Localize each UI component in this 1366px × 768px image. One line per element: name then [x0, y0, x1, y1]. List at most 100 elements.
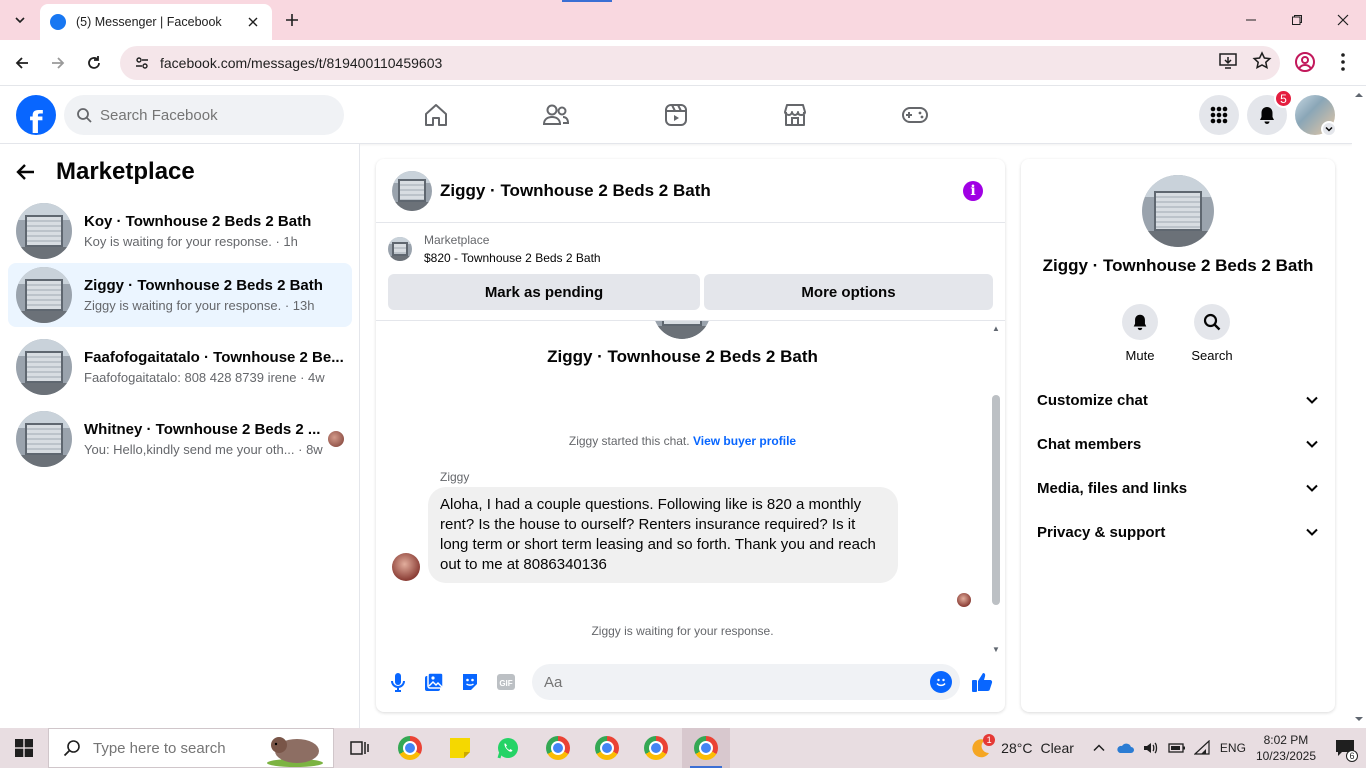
tab-close-button[interactable] — [244, 13, 262, 31]
nav-home[interactable] — [380, 86, 492, 144]
attach-photo-button[interactable] — [423, 671, 445, 693]
notification-center-button[interactable]: 6 — [1330, 728, 1360, 768]
chevron-down-icon — [1306, 528, 1318, 536]
message-input-wrapper[interactable] — [532, 664, 960, 700]
menu-button[interactable] — [1199, 95, 1239, 135]
taskbar-chrome-2[interactable] — [534, 728, 582, 768]
mark-as-pending-button[interactable]: Mark as pending — [388, 274, 700, 310]
facebook-search-input[interactable] — [100, 106, 320, 124]
nav-friends[interactable] — [500, 86, 612, 144]
windows-taskbar: 1 28°C Clear ENG 8:02 PM 10/23/2025 6 — [0, 728, 1366, 768]
kebab-menu-icon[interactable] — [1332, 51, 1354, 73]
weather-widget-icon[interactable]: 1 — [967, 728, 996, 768]
sender-avatar[interactable] — [392, 553, 420, 581]
browser-menu-area — [1294, 51, 1354, 73]
conversation-item[interactable]: Faafofogaitatalo · Townhouse 2 Be... Faa… — [8, 335, 352, 399]
facebook-search[interactable] — [64, 95, 344, 135]
sticker-button[interactable] — [459, 671, 481, 693]
task-view-button[interactable] — [336, 728, 384, 768]
clock[interactable]: 8:02 PM 10/23/2025 — [1256, 732, 1316, 764]
chat-title[interactable]: Ziggy · Townhouse 2 Beds 2 Bath — [440, 181, 711, 201]
info-icon[interactable]: i — [963, 181, 983, 201]
scroll-thumb[interactable] — [992, 395, 1000, 605]
tab-search-button[interactable] — [8, 8, 32, 32]
taskbar-sticky-notes[interactable] — [436, 728, 484, 768]
new-tab-button[interactable] — [282, 10, 302, 30]
taskbar-chrome-active[interactable] — [682, 728, 730, 768]
scroll-up-icon[interactable]: ▲ — [991, 324, 1001, 333]
input-language[interactable]: ENG — [1220, 741, 1246, 755]
reload-icon — [88, 56, 100, 69]
weather-desc[interactable]: Clear — [1040, 740, 1073, 756]
facebook-logo[interactable]: f — [16, 95, 56, 135]
arrow-left-icon[interactable] — [16, 162, 36, 182]
like-button[interactable] — [971, 671, 993, 693]
read-receipt-avatar — [957, 593, 971, 607]
profile-icon[interactable] — [1294, 51, 1316, 73]
scroll-down-icon[interactable] — [1352, 714, 1366, 724]
chat-members-section[interactable]: Chat members — [1029, 422, 1327, 466]
message-bubble[interactable]: Aloha, I had a couple questions. Followi… — [428, 487, 898, 583]
wifi-icon[interactable] — [1193, 740, 1212, 756]
system-tray: 1 28°C Clear ENG 8:02 PM 10/23/2025 6 — [967, 728, 1366, 768]
restore-button[interactable] — [1274, 0, 1320, 40]
mute-button[interactable]: Mute — [1110, 304, 1170, 363]
chat-avatar[interactable] — [392, 170, 432, 211]
search-in-chat-button[interactable]: Search — [1182, 304, 1242, 363]
emoji-button[interactable] — [930, 671, 952, 693]
chat-scrollbar[interactable]: ▲ ▼ — [991, 321, 1001, 654]
message-input[interactable] — [544, 673, 904, 691]
chat-header: Ziggy · Townhouse 2 Beds 2 Bath i — [376, 159, 1005, 223]
nav-marketplace[interactable] — [739, 86, 851, 144]
taskbar-search[interactable] — [48, 728, 334, 768]
gif-button[interactable]: GIF — [495, 671, 517, 693]
star-bookmark-icon[interactable] — [1252, 51, 1272, 71]
site-settings-icon[interactable] — [134, 55, 150, 71]
forward-button[interactable] — [46, 51, 70, 75]
voice-clip-button[interactable] — [387, 671, 409, 693]
close-window-button[interactable] — [1320, 0, 1366, 40]
details-avatar[interactable] — [1142, 175, 1214, 247]
reload-button[interactable] — [82, 51, 106, 75]
facebook-logo-letter: f — [29, 106, 43, 135]
volume-icon[interactable] — [1142, 740, 1160, 756]
listing-labels: Marketplace $820 - Townhouse 2 Beds 2 Ba… — [424, 233, 601, 265]
address-bar-actions — [1218, 51, 1272, 71]
scroll-down-icon[interactable]: ▼ — [991, 645, 1001, 654]
taskbar-whatsapp[interactable] — [484, 728, 532, 768]
conversation-item-active[interactable]: Ziggy · Townhouse 2 Beds 2 Bath Ziggy is… — [8, 263, 352, 327]
minimize-button[interactable] — [1228, 0, 1274, 40]
account-avatar[interactable] — [1295, 95, 1337, 137]
chevron-up-icon[interactable] — [1092, 741, 1106, 755]
customize-chat-section[interactable]: Customize chat — [1029, 378, 1327, 422]
page-scrollbar[interactable] — [1352, 86, 1366, 728]
more-options-button[interactable]: More options — [704, 274, 993, 310]
listing-thumbnail — [653, 321, 711, 339]
taskbar-chrome-1[interactable] — [386, 728, 434, 768]
listing-thumbnail — [388, 237, 412, 261]
back-button[interactable] — [10, 51, 34, 75]
onedrive-icon[interactable] — [1116, 740, 1134, 756]
nav-gaming[interactable] — [859, 86, 971, 144]
media-files-links-section[interactable]: Media, files and links — [1029, 466, 1327, 510]
weather-temp[interactable]: 28°C — [1001, 740, 1032, 756]
taskbar-chrome-3[interactable] — [583, 728, 631, 768]
browser-tab[interactable]: (5) Messenger | Facebook — [40, 4, 272, 40]
address-bar[interactable]: facebook.com/messages/t/819400110459603 — [120, 46, 1280, 80]
conversation-item[interactable]: Koy · Townhouse 2 Beds 2 Bath Koy is wai… — [8, 199, 352, 263]
battery-icon[interactable] — [1168, 740, 1186, 756]
listing-row[interactable]: Marketplace $820 - Townhouse 2 Beds 2 Ba… — [388, 233, 601, 265]
conversation-title: Ziggy · Townhouse 2 Beds 2 Bath — [547, 347, 818, 366]
taskbar-chrome-4[interactable] — [632, 728, 680, 768]
start-button[interactable] — [0, 728, 48, 768]
nav-watch[interactable] — [620, 86, 732, 144]
conversation-item[interactable]: Whitney · Townhouse 2 Beds 2 ... You: He… — [8, 407, 352, 471]
microphone-icon — [391, 673, 405, 692]
scroll-up-icon[interactable] — [1352, 90, 1366, 100]
view-buyer-profile-link[interactable]: View buyer profile — [693, 434, 796, 448]
install-app-icon[interactable] — [1218, 51, 1238, 71]
privacy-support-section[interactable]: Privacy & support — [1029, 510, 1327, 554]
notifications-button[interactable]: 5 — [1247, 89, 1293, 135]
smiley-icon — [936, 678, 946, 687]
taskbar-search-input[interactable] — [93, 739, 263, 757]
